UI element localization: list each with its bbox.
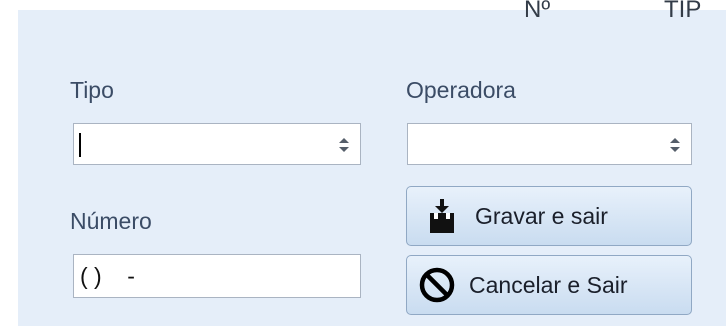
save-and-exit-label: Gravar e sair [475, 202, 608, 229]
column-header-type: TIP [664, 0, 702, 23]
cancel-and-exit-button[interactable]: Cancelar e Sair [406, 255, 692, 315]
operadora-select[interactable] [407, 123, 692, 165]
tipo-label: Tipo [70, 77, 114, 103]
numero-input[interactable]: ( ) - [73, 254, 361, 298]
form-panel: Nº TIP Tipo Operadora Número ( ) - Grava… [18, 0, 726, 326]
save-and-exit-button[interactable]: Gravar e sair [406, 186, 692, 246]
numero-label: Número [70, 208, 152, 234]
cancel-circle-icon [419, 267, 455, 303]
column-header-number: Nº [524, 0, 551, 23]
cancel-and-exit-label: Cancelar e Sair [469, 271, 628, 298]
spinner-arrows-icon[interactable] [669, 136, 681, 154]
save-download-icon [430, 199, 454, 233]
operadora-label: Operadora [406, 77, 516, 103]
tipo-select[interactable] [73, 123, 361, 165]
spinner-arrows-icon[interactable] [338, 136, 350, 154]
text-cursor [79, 133, 81, 157]
